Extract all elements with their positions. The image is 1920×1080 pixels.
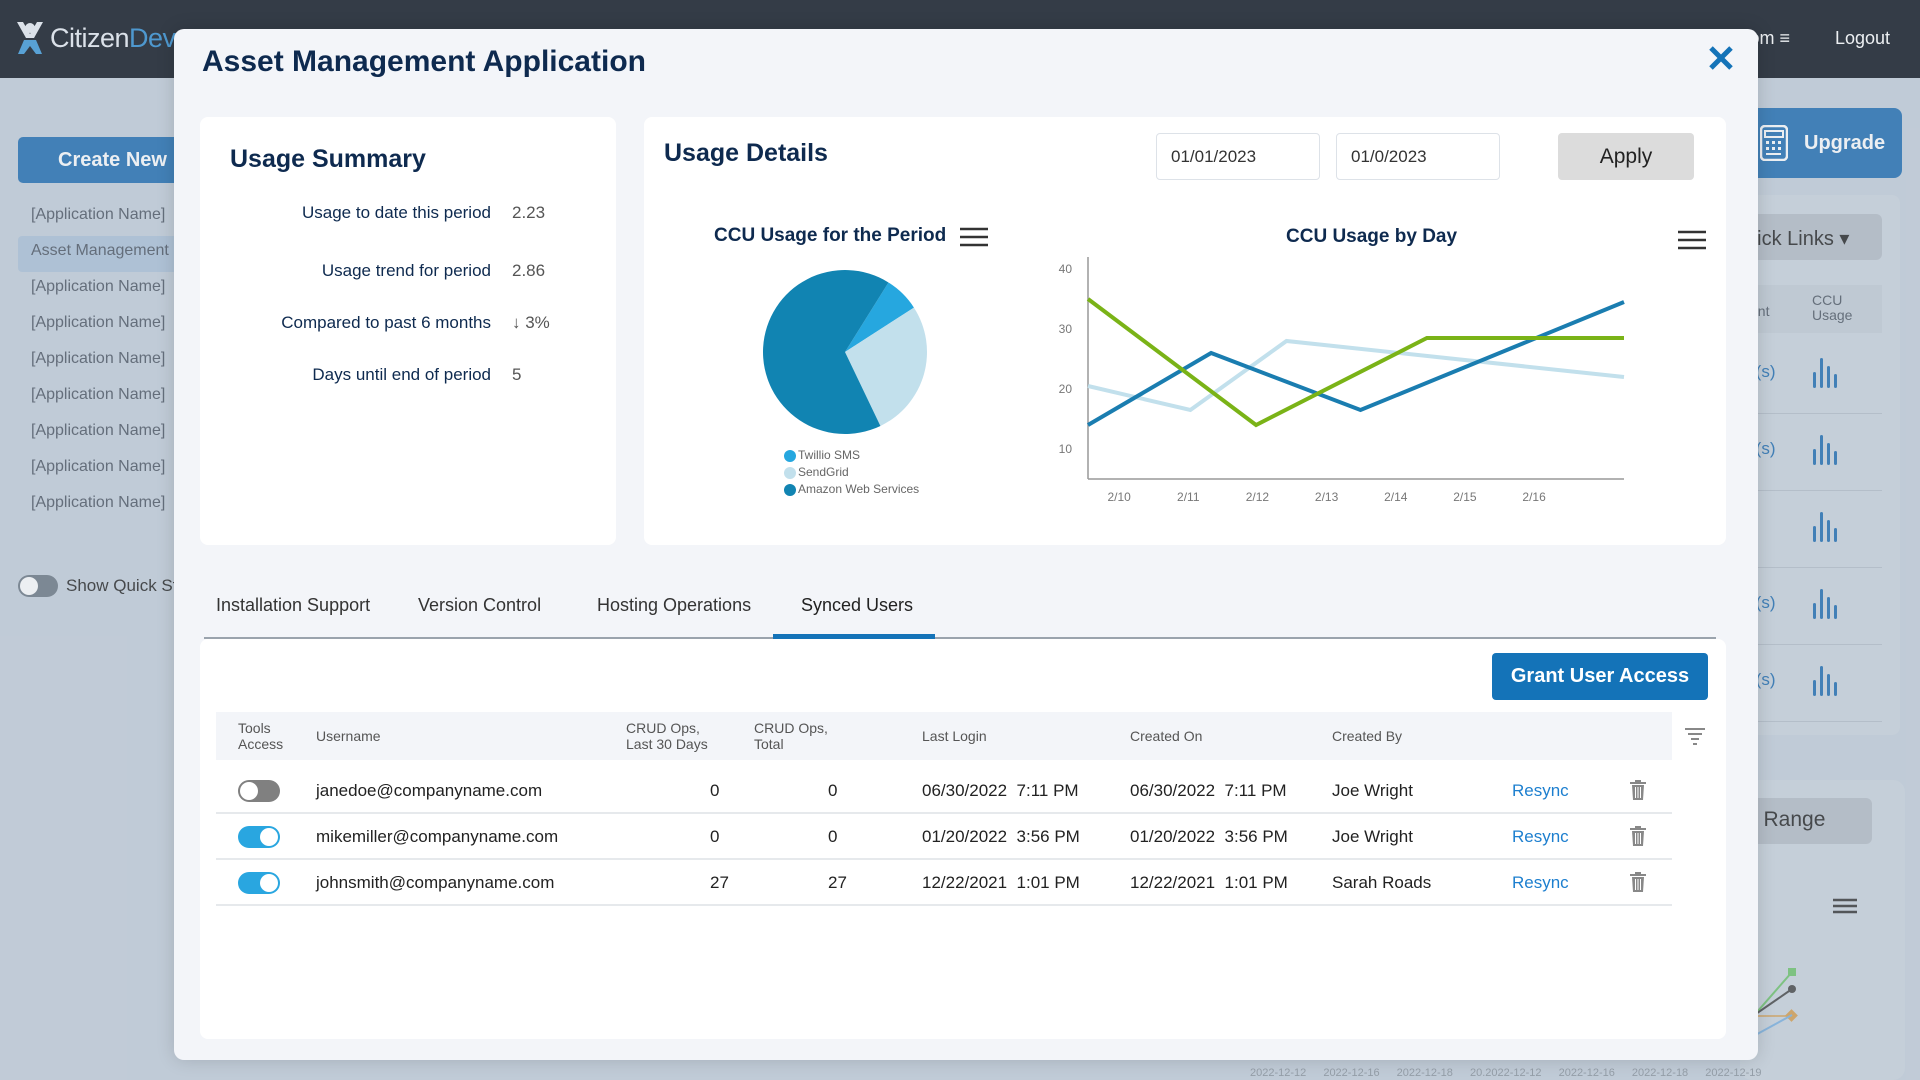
col-crud-30-days: CRUD Ops, Last 30 Days [626, 720, 708, 752]
y-tick-label: 30 [1059, 322, 1073, 336]
tab-synced-users[interactable]: Synced Users [801, 595, 913, 616]
crud-30-cell: 0 [710, 781, 720, 800]
line-chart-menu-icon[interactable] [1678, 230, 1706, 250]
x-tick-label: 2/10 [1107, 490, 1131, 504]
summary-value: 2.86 [512, 261, 546, 280]
tools-access-toggle[interactable] [238, 780, 280, 802]
summary-label: Usage to date this period [301, 203, 491, 222]
legend-label: Twillio SMS [798, 448, 861, 462]
crud-total-cell: 27 [828, 873, 847, 892]
modal-tabs: Installation Support Version Control Hosti… [204, 581, 1716, 639]
line-chart-title: CCU Usage by Day [1286, 226, 1458, 247]
y-tick-label: 10 [1059, 442, 1073, 456]
pie-chart [763, 270, 927, 434]
x-tick-label: 2/14 [1384, 490, 1408, 504]
legend-swatch [784, 449, 796, 462]
legend-swatch [784, 466, 796, 479]
y-tick-label: 40 [1059, 262, 1073, 276]
x-tick-label: 2/13 [1315, 490, 1339, 504]
users-table-header: Tools Access Username CRUD Ops, Last 30 … [216, 712, 1672, 760]
legend-label: Amazon Web Services [798, 482, 920, 496]
line-chart: 10 20 30 40 2/10 2/11 2/12 2/13 2/14 2/15 2/16 [1059, 257, 1625, 504]
legend-item[interactable]: SendGrid [784, 464, 919, 481]
usage-details-title: Usage Details [664, 139, 828, 167]
created-by-cell: Joe Wright [1332, 781, 1413, 800]
toggle-knob [260, 874, 278, 892]
toggle-knob [260, 828, 278, 846]
created-on-cell: 06/30/2022 7:11 PM [1130, 781, 1287, 800]
start-date-input[interactable] [1156, 133, 1320, 180]
pie-chart-menu-icon[interactable] [960, 227, 988, 247]
close-icon[interactable] [1706, 43, 1736, 73]
created-by-cell: Joe Wright [1332, 827, 1413, 846]
summary-value: 2.23 [512, 203, 546, 222]
tools-access-toggle[interactable] [238, 872, 280, 894]
username-cell: johnsmith@companyname.com [316, 873, 555, 892]
col-created-by: Created By [1332, 728, 1403, 744]
usage-details-card: Usage Details Apply CCU Usage for the Pe… [644, 117, 1726, 545]
legend-item[interactable]: Twillio SMS [784, 447, 919, 464]
x-tick-label: 2/16 [1522, 490, 1546, 504]
legend-item[interactable]: Amazon Web Services [784, 481, 919, 498]
x-tick-label: 2/11 [1177, 490, 1200, 504]
user-table-row: mikemiller@companyname.com 0 0 01/20/2022 3… [216, 815, 1672, 860]
usage-summary-title: Usage Summary [230, 145, 426, 173]
summary-value: ↓ 3% [512, 313, 550, 332]
user-table-row: johnsmith@companyname.com 27 27 12/22/2021 … [216, 861, 1672, 906]
resync-link[interactable]: Resync [1512, 873, 1569, 893]
pie-chart-title: CCU Usage for the Period [714, 225, 947, 246]
pie-chart-legend: Twillio SMS SendGrid Amazon Web Services [784, 447, 919, 498]
resync-link[interactable]: Resync [1512, 827, 1569, 847]
created-on-cell: 12/22/2021 1:01 PM [1130, 873, 1288, 892]
last-login-cell: 01/20/2022 3:56 PM [922, 827, 1080, 846]
col-tools-access: Tools Access [238, 720, 284, 752]
crud-total-cell: 0 [828, 781, 838, 800]
username-cell: mikemiller@companyname.com [316, 827, 559, 846]
asset-management-modal: Asset Management Application Usage Summa… [174, 29, 1758, 1060]
user-table-row: janedoe@companyname.com 0 0 06/30/2022 7:11… [216, 769, 1672, 814]
apply-button[interactable]: Apply [1558, 133, 1694, 180]
crud-total-cell: 0 [828, 827, 838, 846]
end-date-input[interactable] [1336, 133, 1500, 180]
summary-label: Days until end of period [312, 365, 491, 384]
x-tick-label: 2/15 [1453, 490, 1477, 504]
last-login-cell: 12/22/2021 1:01 PM [922, 873, 1080, 892]
legend-label: SendGrid [798, 465, 849, 479]
toggle-knob [240, 782, 258, 800]
synced-users-card: Grant User Access Tools Access Username … [200, 639, 1726, 1039]
col-username: Username [316, 728, 381, 744]
delete-icon[interactable] [1630, 780, 1646, 800]
tab-hosting-operations[interactable]: Hosting Operations [597, 595, 751, 616]
created-on-cell: 01/20/2022 3:56 PM [1130, 827, 1288, 846]
tab-installation-support[interactable]: Installation Support [216, 595, 370, 616]
crud-30-cell: 0 [710, 827, 720, 846]
delete-icon[interactable] [1630, 826, 1646, 846]
col-crud-total: CRUD Ops, Total [754, 720, 828, 752]
tab-version-control[interactable]: Version Control [418, 595, 541, 616]
usage-summary-card: Usage Summary Usage to date this period 2… [200, 117, 616, 545]
created-by-cell: Sarah Roads [1332, 873, 1432, 892]
col-created-on: Created On [1130, 728, 1203, 744]
summary-label: Usage trend for period [321, 261, 491, 280]
tools-access-toggle[interactable] [238, 826, 280, 848]
resync-link[interactable]: Resync [1512, 781, 1569, 801]
summary-label: Compared to past 6 months [281, 313, 491, 332]
col-last-login: Last Login [922, 728, 987, 744]
filter-icon[interactable] [1684, 727, 1706, 745]
y-tick-label: 20 [1059, 382, 1073, 396]
modal-title: Asset Management Application [202, 45, 646, 78]
summary-value: 5 [512, 365, 522, 384]
username-cell: janedoe@companyname.com [316, 781, 543, 800]
grant-user-access-button[interactable]: Grant User Access [1492, 653, 1708, 700]
legend-swatch [784, 483, 796, 496]
last-login-cell: 06/30/2022 7:11 PM [922, 781, 1079, 800]
x-tick-label: 2/12 [1246, 490, 1270, 504]
delete-icon[interactable] [1630, 872, 1646, 892]
crud-30-cell: 27 [710, 873, 729, 892]
